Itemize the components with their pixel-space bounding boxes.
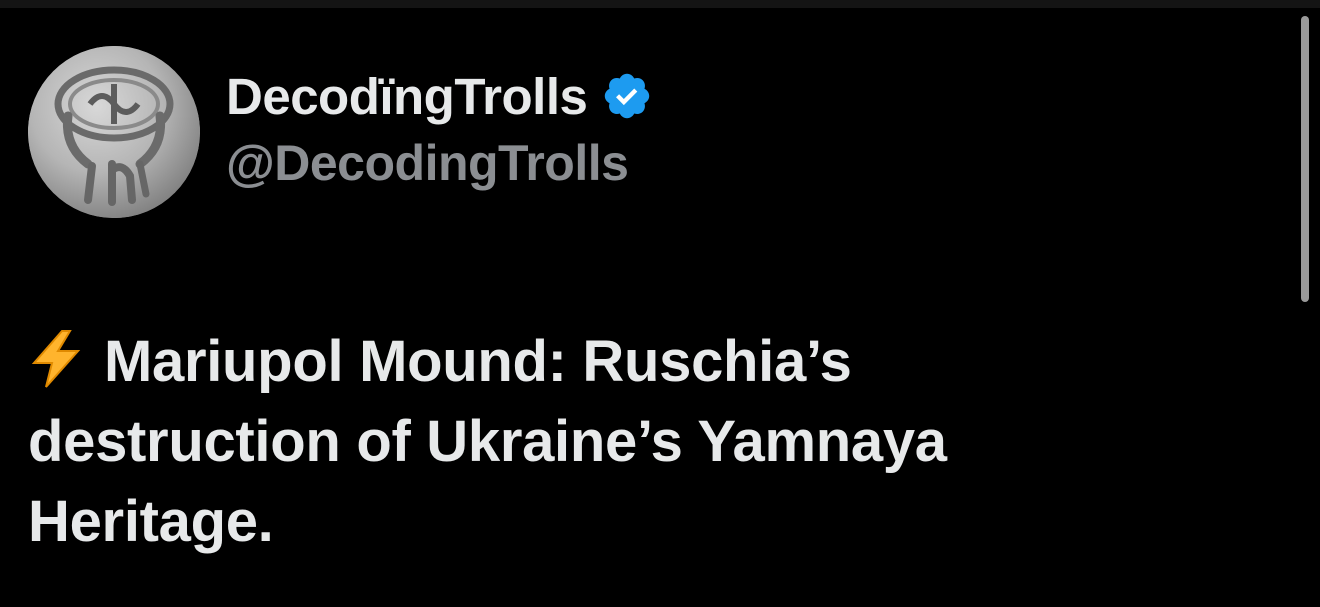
name-row: DecodïngTrolls [226,64,653,128]
verified-badge-icon[interactable] [601,70,653,122]
engraved-seal-avatar-icon [28,46,200,218]
scrollbar-thumb[interactable] [1301,16,1309,302]
tweet-card[interactable]: DecodïngTrolls @DecodingTrolls Mariupol … [0,0,1300,607]
tweet-body-text: Mariupol Mound: Ruschia’s destruction of… [28,329,947,554]
high-voltage-icon [28,329,84,389]
author-avatar[interactable] [28,46,200,218]
author-info[interactable]: DecodïngTrolls @DecodingTrolls [226,64,653,192]
author-display-name[interactable]: DecodïngTrolls [226,67,588,126]
tweet-text: Mariupol Mound: Ruschia’s destruction of… [28,322,1178,562]
author-handle[interactable]: @DecodingTrolls [226,134,653,192]
